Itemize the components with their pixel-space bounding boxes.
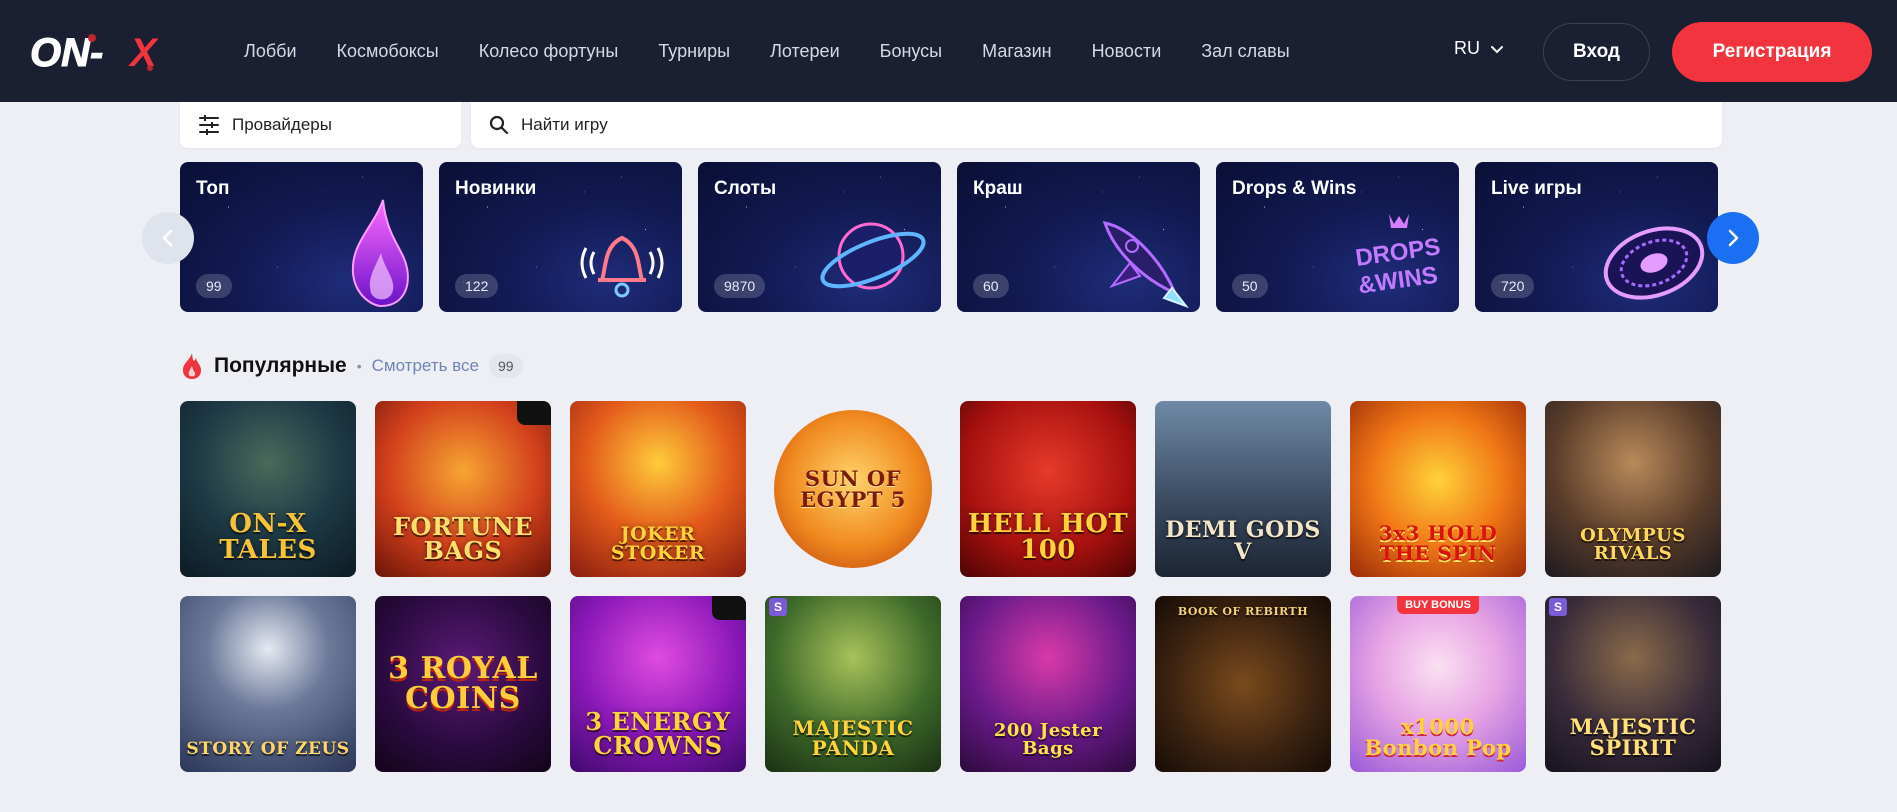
category-count: 60 <box>973 274 1009 298</box>
search-input[interactable] <box>521 115 921 135</box>
category-card-drops-wins[interactable]: Drops & Wins 50 DROPS &WINS <box>1216 162 1459 312</box>
nav-shop[interactable]: Магазин <box>982 41 1051 62</box>
game-title: ON-X TALES <box>219 509 317 565</box>
category-title: Drops & Wins <box>1232 178 1357 199</box>
category-title: Слоты <box>714 178 777 199</box>
game-title: 3x3 HOLD THE SPIN <box>1378 521 1498 565</box>
game-tile[interactable]: JOKER STOKER <box>570 401 746 577</box>
chevron-left-icon <box>162 229 173 247</box>
top-navbar: ON- X Лобби Космобоксы Колесо фортуны Ту… <box>0 0 1897 102</box>
carousel-next-button[interactable] <box>1707 212 1759 264</box>
nav-lotteries[interactable]: Лотереи <box>770 41 840 62</box>
drops-wins-icon: DROPS &WINS <box>1354 214 1442 300</box>
game-tile[interactable]: SUN OF EGYPT 5 <box>765 401 941 577</box>
game-tile[interactable]: BOOK OF REBIRTH <box>1155 596 1331 772</box>
nav-wheel-of-fortune[interactable]: Колесо фортуны <box>479 41 619 62</box>
game-title: OLYMPUS RIVALS <box>1580 525 1686 564</box>
popular-count-badge: 99 <box>488 354 523 378</box>
rocket-icon <box>1102 221 1189 308</box>
category-count: 9870 <box>714 274 766 298</box>
game-tile[interactable]: ON-X TALES <box>180 401 356 577</box>
category-title: Краш <box>973 178 1023 199</box>
svg-text:X: X <box>128 31 159 74</box>
section-title: Популярные <box>214 354 347 377</box>
game-title: BOOK OF REBIRTH <box>1177 605 1309 618</box>
game-title: STORY OF ZEUS <box>186 739 350 759</box>
game-tile[interactable]: OLYMPUS RIVALS <box>1545 401 1721 577</box>
game-title: 200 Jester Bags <box>993 720 1103 759</box>
game-title: FORTUNE BAGS <box>393 512 533 565</box>
see-all-link[interactable]: Смотреть все <box>372 356 479 376</box>
game-tile[interactable]: HELL HOT 100 <box>960 401 1136 577</box>
game-tile[interactable]: DEMI GODS V <box>1155 401 1331 577</box>
buy-bonus-badge: BUY BONUS <box>1397 596 1479 614</box>
category-count: 50 <box>1232 274 1268 298</box>
providers-filter-button[interactable]: Провайдеры <box>180 102 461 148</box>
game-tile[interactable]: S MAJESTIC PANDA <box>765 596 941 772</box>
register-button[interactable]: Регистрация <box>1672 22 1872 82</box>
game-tile[interactable]: 3x3 HOLD THE SPIN <box>1350 401 1526 577</box>
game-title: x1000 Bonbon Pop <box>1364 714 1512 760</box>
category-title: Live игры <box>1491 178 1582 199</box>
game-tile[interactable]: 3 ROYAL COINS <box>375 596 551 772</box>
login-button[interactable]: Вход <box>1543 23 1650 81</box>
flame-icon <box>351 199 409 308</box>
main-nav: Лобби Космобоксы Колесо фортуны Турниры … <box>244 0 1330 102</box>
category-title: Топ <box>196 178 230 199</box>
game-tile[interactable]: S MAJESTIC SPIRIT <box>1545 596 1721 772</box>
game-tile[interactable]: BUY BONUS x1000 Bonbon Pop <box>1350 596 1526 772</box>
provider-icon: S <box>1549 598 1567 616</box>
nav-bonuses[interactable]: Бонусы <box>880 41 943 62</box>
nav-hall-of-fame[interactable]: Зал славы <box>1201 41 1289 62</box>
provider-badge <box>712 596 746 620</box>
category-card-live-games[interactable]: Live игры 720 <box>1475 162 1718 312</box>
games-filter-bar: Провайдеры <box>180 102 1722 148</box>
fire-icon <box>183 353 201 379</box>
game-title: 3 ROYAL COINS <box>388 651 538 716</box>
category-count: 99 <box>196 274 232 298</box>
language-selector[interactable]: RU <box>1454 38 1504 59</box>
popular-section-header: Популярные • Смотреть все 99 <box>180 352 523 380</box>
chevron-down-icon <box>1491 45 1503 53</box>
game-title: SUN OF EGYPT 5 <box>800 466 906 512</box>
category-card-slots[interactable]: Слоты 9870 <box>698 162 941 312</box>
game-title: HELL HOT 100 <box>967 509 1129 565</box>
game-tile[interactable]: FORTUNE BAGS <box>375 401 551 577</box>
bell-icon <box>580 235 664 298</box>
game-search <box>471 102 1722 148</box>
provider-badge <box>517 401 551 425</box>
game-title: MAJESTIC SPIRIT <box>1569 714 1697 760</box>
game-tile[interactable]: STORY OF ZEUS <box>180 596 356 772</box>
providers-label: Провайдеры <box>232 115 332 134</box>
language-label: RU <box>1454 38 1480 58</box>
separator-dot: • <box>356 358 362 374</box>
category-card-top[interactable]: Топ 99 <box>180 162 423 312</box>
game-tile[interactable]: 200 Jester Bags <box>960 596 1136 772</box>
game-tile[interactable]: 3 ENERGY CROWNS <box>570 596 746 772</box>
game-title: MAJESTIC PANDA <box>792 716 914 760</box>
carousel-prev-button[interactable] <box>142 212 194 264</box>
planet-icon <box>820 222 926 290</box>
nav-tournaments[interactable]: Турниры <box>658 41 730 62</box>
game-title: 3 ENERGY CROWNS <box>585 707 731 760</box>
nav-news[interactable]: Новости <box>1092 41 1162 62</box>
search-icon <box>489 115 509 135</box>
roulette-icon <box>1603 226 1705 300</box>
provider-icon: S <box>769 598 787 616</box>
chevron-right-icon <box>1728 229 1739 247</box>
on-x-logo[interactable]: ON- X <box>30 28 192 75</box>
category-carousel: Топ 99 Новинки 122 Слоты 9870 Краш 60 Dr… <box>180 162 1720 312</box>
category-card-crash[interactable]: Краш 60 <box>957 162 1200 312</box>
nav-lobby[interactable]: Лобби <box>244 41 297 62</box>
nav-cosmoboxes[interactable]: Космобоксы <box>337 41 439 62</box>
sliders-icon <box>199 115 219 135</box>
category-count: 720 <box>1491 274 1535 298</box>
category-count: 122 <box>455 274 499 298</box>
game-title: DEMI GODS V <box>1165 517 1321 565</box>
category-card-new[interactable]: Новинки 122 <box>439 162 682 312</box>
category-title: Новинки <box>455 178 537 199</box>
game-title: JOKER STOKER <box>610 523 706 564</box>
